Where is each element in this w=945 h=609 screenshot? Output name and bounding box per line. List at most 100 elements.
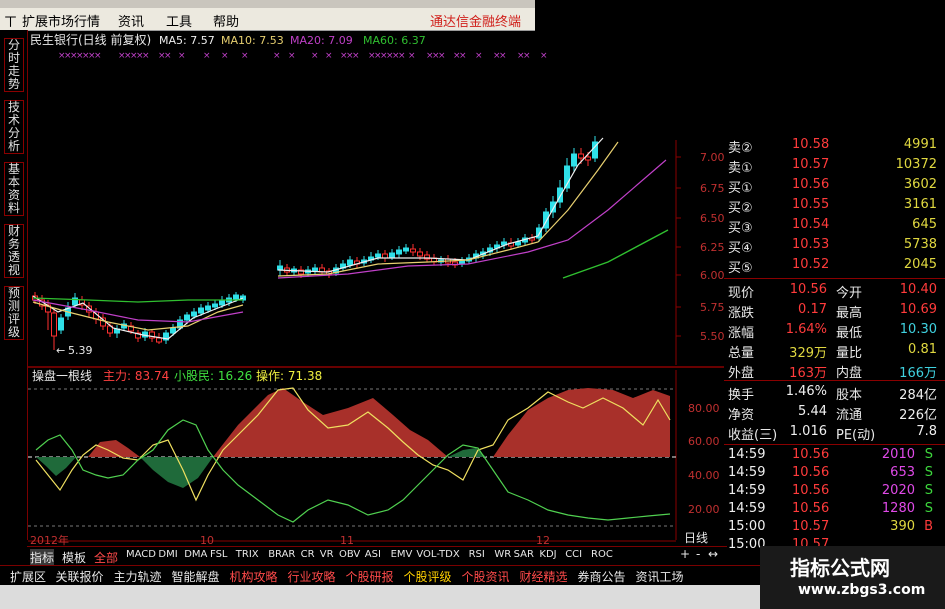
fund-value: 1.46% [785,384,827,399]
quote-label: 最高 [836,306,863,321]
zoom-controls: + - ↔ [678,547,723,563]
bottom-tab[interactable]: 智能解盘 [170,568,222,585]
main-force-fill [88,388,670,457]
indicator-ticks: 80.00 60.00 40.00 20.00 [688,402,720,516]
nav-tab-financial[interactable]: 财务透视 [4,224,24,278]
menu-item-tools[interactable]: 工具 [166,11,192,30]
tick-time: 14:59 [728,501,766,516]
candle-body [277,265,283,271]
bottom-tab[interactable]: 主力轨迹 [112,568,164,585]
tick-side: S [924,447,933,462]
tick-time: 15:00 [728,519,766,534]
bottom-tab[interactable]: 关联报价 [54,568,106,585]
bottom-tab[interactable]: 个股评级 [402,568,454,585]
quote-value: 163万 [789,366,827,381]
x-label-year: 2012年 [30,533,69,546]
signal-marker: × [398,51,406,61]
nav-tab-technical[interactable]: 技术分析 [4,100,24,154]
low-marker-arrow: ← [56,344,65,357]
indicator-tab[interactable]: CR [301,549,315,560]
indicator-tab[interactable]: EMV [391,549,413,560]
indicator-tick-label: 60.00 [688,435,720,448]
indicator-tab[interactable]: TRIX [236,549,259,560]
fund-label: 流通 [836,408,863,423]
indicator-tab[interactable]: ROC [591,549,613,560]
ma5-label: MA5: 7.57 [159,34,215,47]
quote-row: 卖① 10.57 10372 [724,157,945,176]
nav-tab-intraday[interactable]: 分时走势 [4,38,24,92]
indicator-retail: 小股民: 16.26 [174,369,252,383]
tick-volume: 1280 [881,501,915,516]
indicator-tab[interactable]: WR [494,549,511,560]
candle-body [410,248,416,253]
tick-side: S [924,483,933,498]
order-price: 10.56 [792,177,830,192]
indicator-tab[interactable]: BRAR [268,549,295,560]
zoom-in-button[interactable]: + [680,547,690,561]
zoom-out-button[interactable]: - [696,547,700,561]
indicator-tab[interactable]: MACD [126,549,156,560]
bottom-tab[interactable]: 个股研报 [344,568,396,585]
order-level-label: 买① [728,181,753,196]
signal-marker: × [475,51,483,61]
indicator-tab[interactable]: 指标 [30,549,55,566]
candle-body [51,312,57,337]
indicator-tab[interactable]: CCI [565,549,582,560]
indicator-tab[interactable]: KDJ [539,549,556,560]
candle-body [578,153,584,159]
bottom-tab[interactable]: 券商公告 [576,568,628,585]
indicator-tab[interactable]: ASI [365,549,381,560]
signal-marker: × [408,51,416,61]
bottom-tab[interactable]: 个股资讯 [460,568,512,585]
menu-bar: ㄒ 扩展市场行情 资讯 工具 帮助 通达信金融终端 [0,8,535,31]
brand-name: 通达信金融终端 [429,15,521,30]
menu-item-help[interactable]: 帮助 [213,11,239,30]
tick-time: 14:59 [728,447,766,462]
kline-chart[interactable]: 民生银行(日线 前复权) MA5: 7.57 MA10: 7.53 MA20: … [28,30,724,546]
signal-marker: × [178,51,186,61]
signal-marker: × [325,51,333,61]
tick-side: S [924,501,933,516]
bottom-tab[interactable]: 行业攻略 [286,568,338,585]
candle-body [375,253,381,258]
candle-body [389,252,395,258]
bottom-tab[interactable]: 机构攻略 [228,568,280,585]
quote-label: 最低 [836,326,863,341]
candle-body [184,314,190,321]
tick-price: 10.56 [792,465,830,480]
quote-row: 14:59 10.56 2010 S [724,447,945,465]
indicator-tab[interactable]: FSL [210,549,228,560]
nav-tab-profile[interactable]: 基本资料 [4,162,24,216]
indicator-tab[interactable]: VOL-TDX [416,549,459,560]
signal-marker: × [459,51,467,61]
nav-tab-rating[interactable]: 预测评级 [4,286,24,340]
bottom-tab[interactable]: 扩展区 [8,568,48,585]
signal-marker: × [540,51,548,61]
quote-row: 买⑤ 10.52 2045 [724,257,945,276]
quote-label: 现价 [728,286,755,301]
indicator-tab[interactable]: 全部 [94,549,118,566]
quote-value: 0.81 [908,342,937,357]
pan-button[interactable]: ↔ [708,547,718,561]
menu-item-market[interactable]: 扩展市场行情 [22,11,100,30]
indicator-tab[interactable]: RSI [469,549,485,560]
quote-row: 换手 1.46% 股本 284亿 [724,384,945,403]
menu-item-news[interactable]: 资讯 [118,11,144,30]
signal-marker: × [438,51,446,61]
indicator-tab[interactable]: VR [320,549,334,560]
indicator-tab[interactable]: DMI [158,549,177,560]
indicator-tab[interactable]: OBV [339,549,360,560]
tick-volume: 390 [890,519,915,534]
candle-body [417,251,423,257]
quote-value: 1.64% [785,322,827,337]
period-label[interactable]: 日线 [684,531,708,545]
bottom-tab[interactable]: 资讯工场 [634,568,686,585]
menu-prev[interactable]: ㄒ [4,11,17,30]
bottom-tab[interactable]: 财经精选 [518,568,570,585]
indicator-tab[interactable]: DMA [184,549,207,560]
indicator-tab[interactable]: 模板 [62,549,86,566]
quote-row: 买④ 10.53 5738 [724,237,945,256]
candle-body [515,241,521,246]
indicator-operation: 操作: 71.38 [256,368,322,383]
indicator-tab[interactable]: SAR [514,549,534,560]
